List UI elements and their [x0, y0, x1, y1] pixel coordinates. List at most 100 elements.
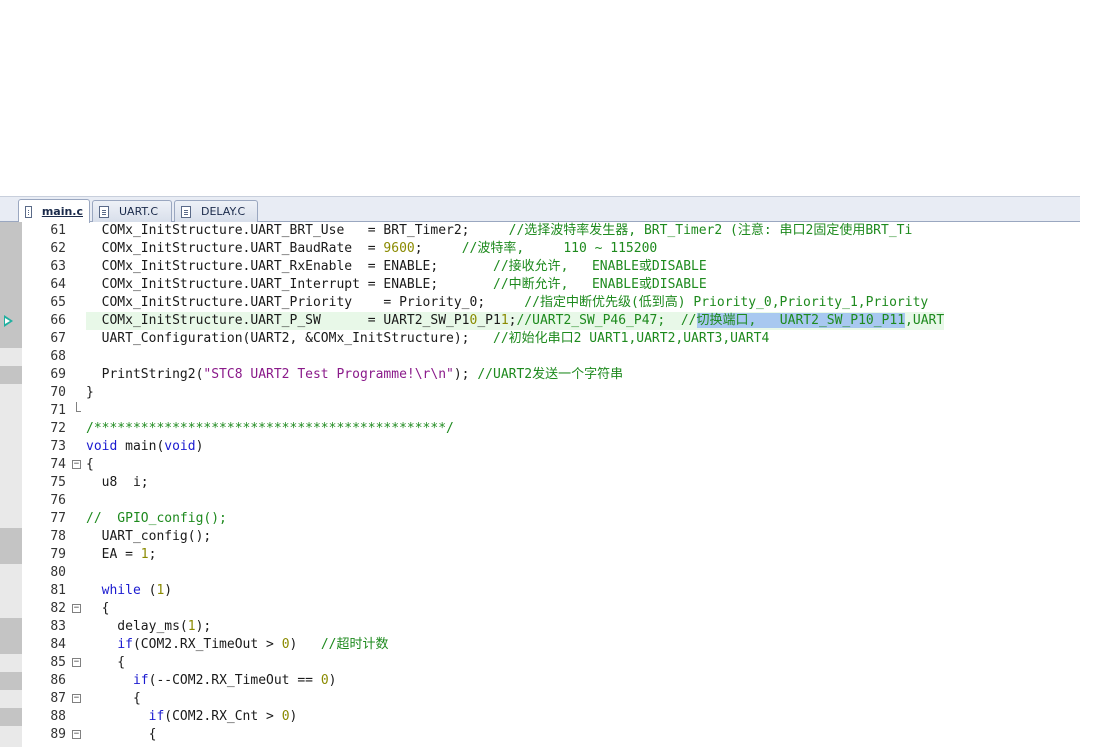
code-line[interactable]: 64 COMx_InitStructure.UART_Interrupt = E…: [0, 276, 1101, 294]
code-text[interactable]: {: [86, 726, 157, 744]
code-line[interactable]: 63 COMx_InitStructure.UART_RxEnable = EN…: [0, 258, 1101, 276]
code-text[interactable]: COMx_InitStructure.UART_P_SW = UART2_SW_…: [86, 312, 945, 330]
code-line[interactable]: 66 COMx_InitStructure.UART_P_SW = UART2_…: [0, 312, 1101, 330]
code-text[interactable]: {: [86, 690, 141, 708]
code-line[interactable]: 79 EA = 1;: [0, 546, 1101, 564]
code-text[interactable]: u8 i;: [86, 474, 149, 492]
fold-toggle-icon[interactable]: −: [72, 694, 81, 703]
code-text[interactable]: COMx_InitStructure.UART_BaudRate = 9600;…: [86, 240, 658, 258]
breakpoint-slot[interactable]: [0, 654, 22, 672]
breakpoint-slot[interactable]: [0, 384, 22, 402]
breakpoint-slot[interactable]: [0, 240, 22, 258]
code-line[interactable]: 88 if(COM2.RX_Cnt > 0): [0, 708, 1101, 726]
breakpoint-slot[interactable]: [0, 420, 22, 438]
fold-toggle-icon[interactable]: −: [72, 460, 81, 469]
breakpoint-slot[interactable]: [0, 330, 22, 348]
line-number: 63: [50, 259, 66, 274]
breakpoint-slot[interactable]: [0, 312, 22, 330]
code-area[interactable]: 61 COMx_InitStructure.UART_BRT_Use = BRT…: [0, 222, 1101, 747]
fold-toggle-icon[interactable]: −: [72, 730, 81, 739]
line-number: 89: [50, 727, 66, 742]
code-text[interactable]: {: [86, 456, 94, 474]
code-text[interactable]: /***************************************…: [86, 420, 454, 438]
breakpoint-slot[interactable]: [0, 690, 22, 708]
breakpoint-slot[interactable]: [0, 366, 22, 384]
code-text[interactable]: if(COM2.RX_Cnt > 0): [86, 708, 298, 726]
code-line[interactable]: 61 COMx_InitStructure.UART_BRT_Use = BRT…: [0, 222, 1101, 240]
code-line[interactable]: 67 UART_Configuration(UART2, &COMx_InitS…: [0, 330, 1101, 348]
code-line[interactable]: 85− {: [0, 654, 1101, 672]
breakpoint-slot[interactable]: [0, 402, 22, 420]
code-text[interactable]: {: [86, 600, 110, 618]
code-text[interactable]: }: [86, 384, 94, 402]
code-line[interactable]: 76: [0, 492, 1101, 510]
line-number: 88: [50, 709, 66, 724]
breakpoint-slot[interactable]: [0, 276, 22, 294]
tab-delay-c[interactable]: DELAY.C: [174, 200, 258, 222]
code-text[interactable]: while (1): [86, 582, 172, 600]
code-text[interactable]: UART_Configuration(UART2, &COMx_InitStru…: [86, 330, 770, 348]
code-text[interactable]: if(COM2.RX_TimeOut > 0) //超时计数: [86, 636, 388, 654]
breakpoint-slot[interactable]: [0, 510, 22, 528]
code-text[interactable]: EA = 1;: [86, 546, 157, 564]
code-text[interactable]: void main(void): [86, 438, 203, 456]
breakpoint-slot[interactable]: [0, 564, 22, 582]
code-line[interactable]: 77 // GPIO_config();: [0, 510, 1101, 528]
tab-uart-c[interactable]: UART.C: [92, 200, 172, 222]
code-line[interactable]: 78 UART_config();: [0, 528, 1101, 546]
breakpoint-slot[interactable]: [0, 438, 22, 456]
code-line[interactable]: 75 u8 i;: [0, 474, 1101, 492]
code-line[interactable]: 87− {: [0, 690, 1101, 708]
breakpoint-slot[interactable]: [0, 294, 22, 312]
code-line[interactable]: 70}: [0, 384, 1101, 402]
code-line[interactable]: 84 if(COM2.RX_TimeOut > 0) //超时计数: [0, 636, 1101, 654]
code-text[interactable]: // GPIO_config();: [86, 510, 227, 528]
code-text[interactable]: COMx_InitStructure.UART_RxEnable = ENABL…: [86, 258, 707, 276]
breakpoint-slot[interactable]: [0, 582, 22, 600]
code-line[interactable]: 69 PrintString2("STC8 UART2 Test Program…: [0, 366, 1101, 384]
breakpoint-slot[interactable]: [0, 546, 22, 564]
breakpoint-slot[interactable]: [0, 348, 22, 366]
tab-main-c[interactable]: main.c: [18, 199, 90, 223]
code-line[interactable]: 68: [0, 348, 1101, 366]
code-line[interactable]: 73 void main(void): [0, 438, 1101, 456]
code-text[interactable]: delay_ms(1);: [86, 618, 211, 636]
breakpoint-slot[interactable]: [0, 456, 22, 474]
line-number: 77: [50, 511, 66, 526]
code-line[interactable]: 72 /*************************************…: [0, 420, 1101, 438]
breakpoint-slot[interactable]: [0, 474, 22, 492]
code-text[interactable]: UART_config();: [86, 528, 212, 546]
breakpoint-slot[interactable]: [0, 618, 22, 636]
code-text[interactable]: PrintString2("STC8 UART2 Test Programme!…: [86, 366, 624, 384]
line-number: 66: [50, 313, 66, 328]
fold-toggle-icon[interactable]: −: [72, 604, 81, 613]
line-number: 68: [50, 349, 66, 364]
breakpoint-slot[interactable]: [0, 726, 22, 744]
breakpoint-slot[interactable]: [0, 600, 22, 618]
code-line[interactable]: 83 delay_ms(1);: [0, 618, 1101, 636]
code-text[interactable]: COMx_InitStructure.UART_Priority = Prior…: [86, 294, 929, 312]
line-number: 84: [50, 637, 66, 652]
breakpoint-slot[interactable]: [0, 258, 22, 276]
breakpoint-slot[interactable]: [0, 528, 22, 546]
code-line[interactable]: 74−{: [0, 456, 1101, 474]
code-text[interactable]: COMx_InitStructure.UART_BRT_Use = BRT_Ti…: [86, 222, 913, 240]
code-line[interactable]: 71: [0, 402, 1101, 420]
code-line[interactable]: 86 if(--COM2.RX_TimeOut == 0): [0, 672, 1101, 690]
code-line[interactable]: 89− {: [0, 726, 1101, 744]
breakpoint-slot[interactable]: [0, 636, 22, 654]
code-line[interactable]: 82− {: [0, 600, 1101, 618]
code-line[interactable]: 65 COMx_InitStructure.UART_Priority = Pr…: [0, 294, 1101, 312]
breakpoint-slot[interactable]: [0, 672, 22, 690]
code-text[interactable]: {: [86, 654, 125, 672]
code-editor[interactable]: main.c UART.C DELAY.C 61 COMx_InitStruct…: [0, 196, 1101, 747]
code-line[interactable]: 81 while (1): [0, 582, 1101, 600]
code-text[interactable]: if(--COM2.RX_TimeOut == 0): [86, 672, 337, 690]
breakpoint-slot[interactable]: [0, 492, 22, 510]
fold-toggle-icon[interactable]: −: [72, 658, 81, 667]
code-line[interactable]: 80: [0, 564, 1101, 582]
breakpoint-slot[interactable]: [0, 708, 22, 726]
code-text[interactable]: COMx_InitStructure.UART_Interrupt = ENAB…: [86, 276, 707, 294]
code-line[interactable]: 62 COMx_InitStructure.UART_BaudRate = 96…: [0, 240, 1101, 258]
breakpoint-slot[interactable]: [0, 222, 22, 240]
